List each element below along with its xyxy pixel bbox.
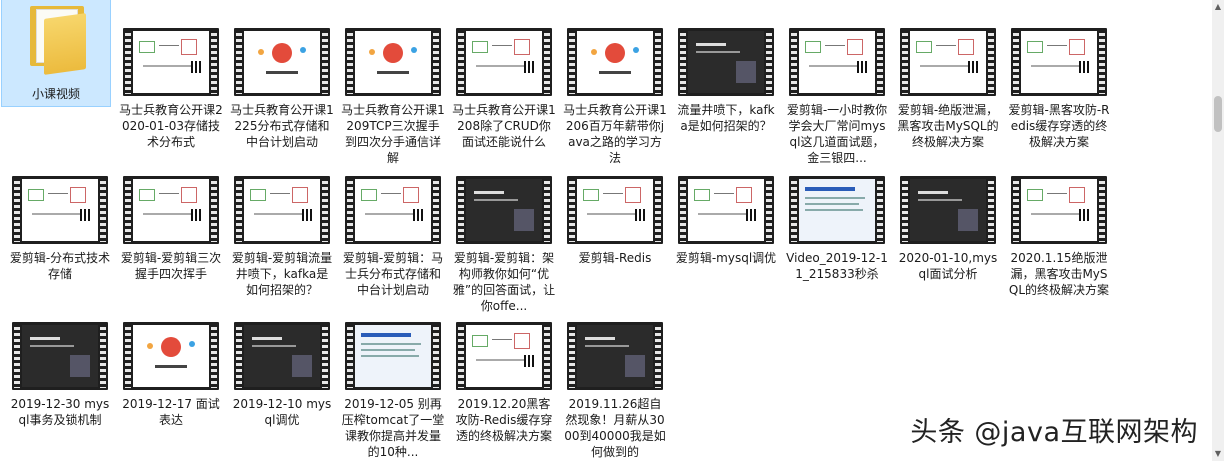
video-file-label: 马士兵教育公开课1208除了CRUD你面试还能说什么: [452, 103, 556, 149]
video-file-label: 马士兵教育公开课1206百万年薪带你java之路的学习方法: [563, 103, 667, 165]
folder-label: 小课视频: [31, 87, 80, 101]
video-thumbnail: [567, 28, 663, 96]
video-thumbnail: [123, 28, 219, 96]
video-file-item[interactable]: 流量井喷下，kafka是如何招架的？: [672, 28, 780, 134]
video-file-item[interactable]: 爱剪辑-爱剪辑：马士兵分布式存储和中台计划启动: [339, 176, 447, 298]
video-thumbnail: [1011, 176, 1107, 244]
video-thumbnail: [456, 28, 552, 96]
video-file-item[interactable]: 马士兵教育公开课1209TCP三次握手到四次分手通信详解: [339, 28, 447, 166]
video-file-item[interactable]: 2019.11.26超自然现象！月薪从3000到40000我是如何做到的: [561, 322, 669, 460]
video-file-label: 马士兵教育公开课1209TCP三次握手到四次分手通信详解: [341, 103, 445, 165]
video-file-label: 2019-12-10 mysql调优: [232, 397, 332, 427]
video-file-item[interactable]: 马士兵教育公开课1206百万年薪带你java之路的学习方法: [561, 28, 669, 166]
video-file-item[interactable]: 爱剪辑-一小时教你学会大厂常问mysql这几道面试题，金三银四...: [783, 28, 891, 166]
video-file-item[interactable]: 2020-01-10,mysql面试分析: [894, 176, 1002, 282]
video-thumbnail: [900, 28, 996, 96]
video-file-item[interactable]: 爱剪辑-爱剪辑流量井喷下，kafka是如何招架的？: [228, 176, 336, 298]
video-file-label: 爱剪辑-爱剪辑流量井喷下，kafka是如何招架的？: [231, 251, 333, 297]
video-file-label: 爱剪辑-分布式技术存储: [9, 251, 111, 281]
video-thumbnail: [900, 176, 996, 244]
video-thumbnail: [567, 176, 663, 244]
video-thumbnail: [456, 176, 552, 244]
video-file-label: 2020-01-10,mysql面试分析: [898, 251, 998, 281]
video-file-label: 爱剪辑-绝版泄漏，黑客攻击MySQL的终极解决方案: [897, 103, 999, 149]
scroll-down-icon[interactable]: ▼: [1212, 447, 1224, 461]
video-file-label: 马士兵教育公开课2020-01-03存储技术分布式: [119, 103, 223, 149]
video-thumbnail: [678, 176, 774, 244]
video-thumbnail: [234, 322, 330, 390]
folder-icon: [8, 0, 104, 86]
video-thumbnail: [789, 176, 885, 244]
video-file-label: 马士兵教育公开课1225分布式存储和中台计划启动: [230, 103, 334, 149]
video-thumbnail: [345, 176, 441, 244]
video-thumbnail: [345, 322, 441, 390]
video-file-item[interactable]: 爱剪辑-分布式技术存储: [6, 176, 114, 282]
video-file-label: 爱剪辑-Redis: [578, 251, 652, 265]
video-thumbnail: [123, 176, 219, 244]
video-file-item[interactable]: 爱剪辑-Redis: [561, 176, 669, 266]
video-file-label: 2020.1.15绝版泄漏，黑客攻击MySQL的终极解决方案: [1008, 251, 1110, 297]
video-file-label: 爱剪辑-爱剪辑：架构师教你如何“优雅”的回答面试，让你offe...: [452, 251, 556, 313]
video-file-label: 爱剪辑-爱剪辑：马士兵分布式存储和中台计划启动: [342, 251, 444, 297]
video-thumbnail: [678, 28, 774, 96]
file-grid: 小课视频 马士兵教育公开课2020-01-03存储技术分布式 马士兵教育公开课12…: [0, 0, 1212, 461]
scrollbar-thumb[interactable]: [1214, 96, 1222, 132]
video-file-label: Video_2019-12-11_215833秒杀: [786, 251, 888, 281]
video-file-item[interactable]: 2019-12-17 面试表达: [117, 322, 225, 428]
video-thumbnail: [456, 322, 552, 390]
video-file-label: 爱剪辑-mysql调优: [675, 251, 777, 265]
video-file-label: 流量井喷下，kafka是如何招架的？: [677, 103, 775, 133]
video-thumbnail: [123, 322, 219, 390]
video-file-item[interactable]: 爱剪辑-爱剪辑：架构师教你如何“优雅”的回答面试，让你offe...: [450, 176, 558, 314]
video-file-item[interactable]: 2019.12.20黑客攻防-Redis缓存穿透的终极解决方案: [450, 322, 558, 444]
video-file-item[interactable]: 2019-12-30 mysql事务及锁机制: [6, 322, 114, 428]
video-thumbnail: [789, 28, 885, 96]
video-file-item[interactable]: 2019-12-10 mysql调优: [228, 322, 336, 428]
video-thumbnail: [1011, 28, 1107, 96]
video-file-item[interactable]: Video_2019-12-11_215833秒杀: [783, 176, 891, 282]
folder-item[interactable]: 小课视频: [1, 0, 111, 107]
scroll-up-icon[interactable]: ▲: [1212, 0, 1224, 14]
video-thumbnail: [12, 322, 108, 390]
video-thumbnail: [234, 176, 330, 244]
video-file-item[interactable]: 爱剪辑-绝版泄漏，黑客攻击MySQL的终极解决方案: [894, 28, 1002, 150]
video-file-label: 2019.11.26超自然现象！月薪从3000到40000我是如何做到的: [564, 397, 666, 459]
video-thumbnail: [567, 322, 663, 390]
video-file-label: 2019-12-30 mysql事务及锁机制: [10, 397, 110, 427]
video-file-label: 爱剪辑-黑客攻防-Redis缓存穿透的终极解决方案: [1008, 103, 1110, 149]
video-file-label: 2019-12-17 面试表达: [122, 397, 220, 427]
video-file-item[interactable]: 2020.1.15绝版泄漏，黑客攻击MySQL的终极解决方案: [1005, 176, 1113, 298]
video-file-item[interactable]: 爱剪辑-mysql调优: [672, 176, 780, 266]
watermark-text: 头条 @java互联网架构: [910, 417, 1198, 448]
video-file-item[interactable]: 马士兵教育公开课1225分布式存储和中台计划启动: [228, 28, 336, 150]
video-file-label: 2019-12-05 别再压榨tomcat了一堂课教你提高并发量的10种...: [341, 397, 445, 459]
video-file-item[interactable]: 爱剪辑-黑客攻防-Redis缓存穿透的终极解决方案: [1005, 28, 1113, 150]
video-thumbnail: [234, 28, 330, 96]
video-file-item[interactable]: 2019-12-05 别再压榨tomcat了一堂课教你提高并发量的10种...: [339, 322, 447, 460]
video-thumbnail: [345, 28, 441, 96]
vertical-scrollbar[interactable]: ▲ ▼: [1212, 0, 1224, 461]
video-file-label: 2019.12.20黑客攻防-Redis缓存穿透的终极解决方案: [455, 397, 553, 443]
video-file-item[interactable]: 爱剪辑-爱剪辑三次握手四次挥手: [117, 176, 225, 282]
video-file-label: 爱剪辑-一小时教你学会大厂常问mysql这几道面试题，金三银四...: [786, 103, 888, 165]
video-file-item[interactable]: 马士兵教育公开课1208除了CRUD你面试还能说什么: [450, 28, 558, 150]
video-file-label: 爱剪辑-爱剪辑三次握手四次挥手: [120, 251, 222, 281]
video-thumbnail: [12, 176, 108, 244]
video-file-item[interactable]: 马士兵教育公开课2020-01-03存储技术分布式: [117, 28, 225, 150]
